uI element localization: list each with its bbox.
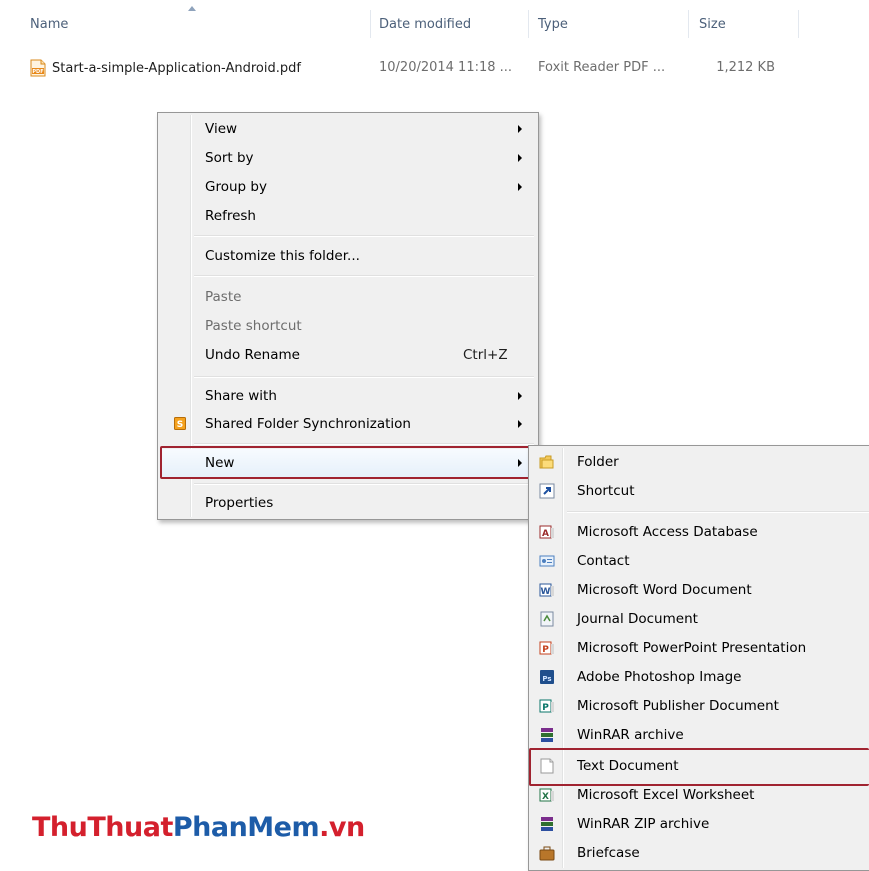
submenu-arrow-icon xyxy=(518,392,522,400)
new-item-folder[interactable]: Folder xyxy=(531,448,869,476)
column-divider[interactable] xyxy=(688,10,689,38)
shortcut-key: Ctrl+Z xyxy=(463,347,508,363)
file-size: 1,212 KB xyxy=(716,60,775,75)
column-header-size[interactable]: Size xyxy=(699,0,726,48)
excel-icon: X xyxy=(539,787,555,803)
menu-item-properties[interactable]: Properties xyxy=(160,489,536,517)
menu-item-customize-folder[interactable]: Customize this folder... xyxy=(160,242,536,270)
powerpoint-icon: P xyxy=(539,640,555,656)
menu-item-paste[interactable]: Paste xyxy=(160,283,536,311)
menu-separator xyxy=(194,443,534,445)
new-item-contact[interactable]: Contact xyxy=(531,547,869,575)
new-item-powerpoint[interactable]: P Microsoft PowerPoint Presentation xyxy=(531,634,869,662)
publisher-icon: P xyxy=(539,698,555,714)
menu-item-view[interactable]: View xyxy=(160,115,536,143)
menu-separator xyxy=(194,483,534,485)
menu-item-refresh[interactable]: Refresh xyxy=(160,202,536,230)
menu-separator xyxy=(194,376,534,378)
svg-text:W: W xyxy=(541,587,551,597)
file-name: Start-a-simple-Application-Android.pdf xyxy=(52,60,301,76)
new-submenu: Folder Shortcut A Microsoft Access Datab… xyxy=(528,445,869,871)
menu-item-group-by[interactable]: Group by xyxy=(160,173,536,201)
new-item-publisher[interactable]: P Microsoft Publisher Document xyxy=(531,692,869,720)
new-item-briefcase[interactable]: Briefcase xyxy=(531,839,869,867)
menu-item-shared-folder-sync[interactable]: S Shared Folder Synchronization xyxy=(160,410,536,438)
new-item-winrar-zip[interactable]: WinRAR ZIP archive xyxy=(531,810,869,838)
svg-text:S: S xyxy=(177,420,183,430)
highlight-text-document xyxy=(529,748,869,786)
submenu-arrow-icon xyxy=(518,125,522,133)
menu-separator xyxy=(567,511,869,513)
watermark-logo: ThuThuatPhanMem.vn xyxy=(32,812,365,843)
highlight-new xyxy=(160,446,530,479)
menu-separator xyxy=(194,235,534,237)
svg-text:P: P xyxy=(542,645,549,655)
sort-ascending-icon xyxy=(188,6,196,11)
new-item-winrar[interactable]: WinRAR archive xyxy=(531,721,869,749)
column-divider[interactable] xyxy=(528,10,529,38)
svg-text:PDF: PDF xyxy=(32,69,43,75)
svg-text:A: A xyxy=(542,529,549,539)
submenu-arrow-icon xyxy=(518,183,522,191)
menu-item-undo-rename[interactable]: Undo Rename Ctrl+Z xyxy=(160,341,536,369)
new-item-photoshop[interactable]: Ps Adobe Photoshop Image xyxy=(531,663,869,691)
pdf-file-icon: PDF xyxy=(30,59,46,77)
menu-separator xyxy=(194,275,534,277)
menu-item-share-with[interactable]: Share with xyxy=(160,382,536,410)
file-row[interactable]: PDF Start-a-simple-Application-Android.p… xyxy=(30,56,301,80)
new-item-word[interactable]: W Microsoft Word Document xyxy=(531,576,869,604)
new-item-shortcut[interactable]: Shortcut xyxy=(531,477,869,505)
svg-text:P: P xyxy=(542,703,549,713)
file-type: Foxit Reader PDF ... xyxy=(538,60,666,75)
folder-icon xyxy=(539,454,555,470)
sync-s-icon: S xyxy=(174,417,186,430)
submenu-arrow-icon xyxy=(518,420,522,428)
column-header-name[interactable]: Name xyxy=(30,0,68,48)
submenu-arrow-icon xyxy=(518,154,522,162)
winrar-icon xyxy=(539,727,555,743)
new-item-access[interactable]: A Microsoft Access Database xyxy=(531,518,869,546)
journal-icon xyxy=(539,611,555,627)
column-divider[interactable] xyxy=(798,10,799,38)
file-date: 10/20/2014 11:18 ... xyxy=(379,60,513,75)
word-icon: W xyxy=(539,582,555,598)
menu-item-sort-by[interactable]: Sort by xyxy=(160,144,536,172)
column-header-type[interactable]: Type xyxy=(538,0,568,48)
photoshop-icon: Ps xyxy=(539,669,555,685)
svg-text:X: X xyxy=(542,792,549,802)
winrar-zip-icon xyxy=(539,816,555,832)
column-header-date[interactable]: Date modified xyxy=(379,0,471,48)
svg-text:Ps: Ps xyxy=(542,675,551,683)
shortcut-icon xyxy=(539,483,555,499)
menu-item-paste-shortcut[interactable]: Paste shortcut xyxy=(160,312,536,340)
new-item-journal[interactable]: Journal Document xyxy=(531,605,869,633)
column-divider[interactable] xyxy=(370,10,371,38)
briefcase-icon xyxy=(539,845,555,861)
access-icon: A xyxy=(539,524,555,540)
contact-icon xyxy=(539,553,555,569)
